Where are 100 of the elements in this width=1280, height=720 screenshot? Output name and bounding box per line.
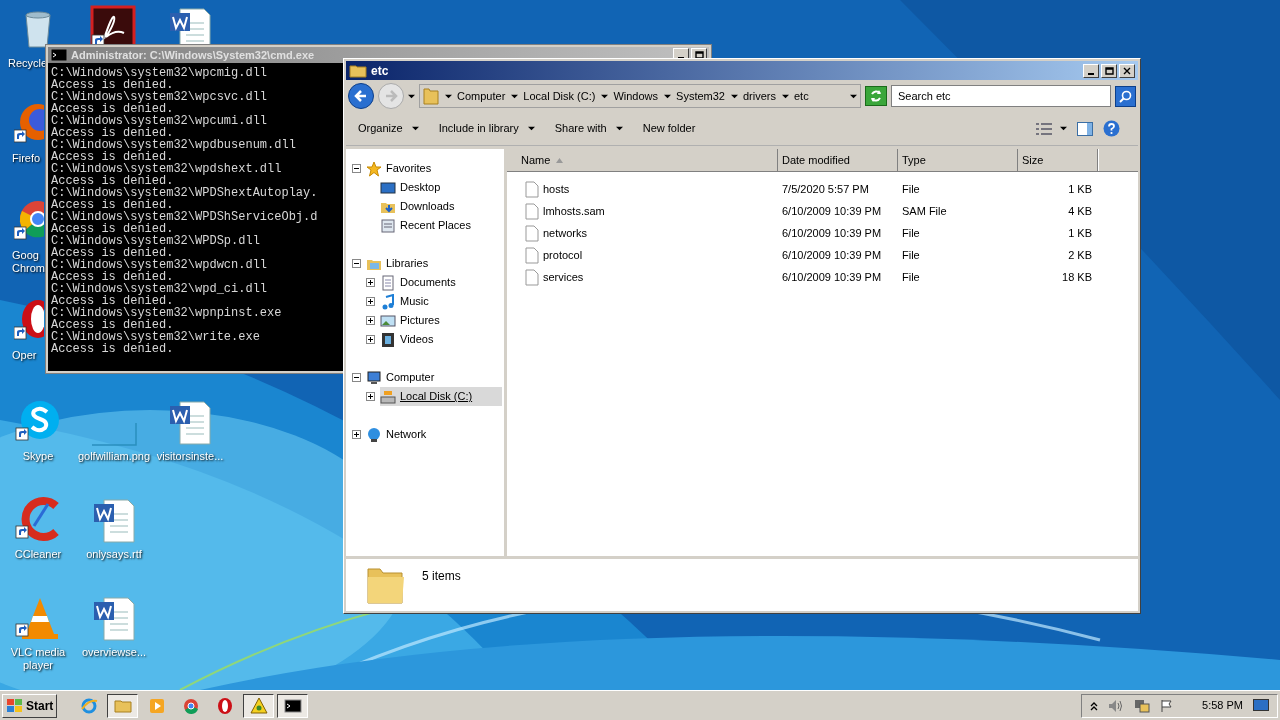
table-cell-text: 6/10/2009 10:39 PM (781, 225, 883, 241)
address-bar[interactable]: Computer Local Disk (C:) Windows System32 drivers etc (419, 84, 861, 108)
view-options-button[interactable] (1036, 122, 1067, 135)
caret-icon (615, 125, 623, 132)
taskbar-button[interactable] (277, 693, 309, 718)
expand-icon[interactable] (366, 297, 375, 306)
desktop-icon-label[interactable]: Goog (12, 249, 39, 262)
file-name: networks (543, 225, 588, 241)
desktop-icon-label[interactable]: Oper (12, 349, 37, 362)
table-cell-text: 6/10/2009 10:39 PM (781, 269, 883, 285)
start-button[interactable]: Start (2, 693, 58, 718)
clock[interactable]: 5:58 PM (1202, 697, 1243, 714)
console-line: C:\Windows\system32\WPDShextAutoplay. (51, 187, 318, 199)
column-header[interactable]: Type (898, 149, 1018, 171)
expand-icon[interactable] (366, 335, 375, 344)
breadcrumb-item[interactable]: Windows (613, 87, 659, 105)
toolbar-button[interactable]: Organize (358, 120, 419, 137)
desktop-icon (380, 179, 396, 196)
expand-icon[interactable] (352, 430, 361, 439)
file-row[interactable]: lmhosts.sam 6/10/2009 10:39 PM SAM File 4 KB (507, 200, 1138, 222)
desktop-icon-label[interactable]: Recycle (8, 57, 48, 70)
expand-icon[interactable] (366, 392, 375, 401)
column-header[interactable]: Name (507, 149, 778, 171)
toolbar-button[interactable]: Include in library (438, 120, 535, 137)
search-field[interactable]: Search etc (891, 85, 1111, 107)
refresh-button[interactable] (865, 86, 887, 106)
minimize-button[interactable] (1083, 63, 1099, 78)
table-cell-text: 6/10/2009 10:39 PM (781, 247, 883, 263)
nav-item[interactable]: Computer (366, 368, 465, 387)
nav-item[interactable]: Videos (380, 330, 464, 349)
expand-icon[interactable] (366, 278, 375, 287)
desktop-icon-label[interactable]: Firefo (12, 152, 41, 165)
breadcrumb-item[interactable]: System32 (676, 87, 725, 105)
table-cell-text: 7/5/2020 5:57 PM (781, 181, 870, 197)
close-button[interactable] (1119, 63, 1135, 78)
table-cell-text: File (901, 225, 921, 241)
console-line: Access is denied. (51, 295, 174, 307)
show-desktop-icon[interactable] (1253, 698, 1269, 713)
nav-item[interactable]: Music (380, 292, 459, 311)
chevron-up-icon[interactable] (1090, 700, 1099, 711)
column-header[interactable]: Size (1018, 149, 1098, 171)
column-header[interactable]: Date modified (778, 149, 898, 171)
console-line: C:\Windows\system32\wpdwcn.dll (51, 259, 268, 271)
collapse-icon[interactable] (352, 259, 361, 268)
music-icon (380, 293, 396, 310)
nav-item[interactable]: Libraries (366, 254, 459, 273)
file-name: protocol (543, 247, 583, 263)
image-file-icon (91, 422, 137, 446)
breadcrumb-caret-icon (782, 92, 789, 100)
expand-icon[interactable] (366, 316, 375, 325)
back-button[interactable] (348, 83, 374, 109)
console-line: Access is denied. (51, 151, 174, 163)
network-icon[interactable] (1134, 698, 1151, 713)
nav-item[interactable]: Desktop (380, 178, 471, 197)
caret-icon (411, 125, 419, 132)
documents-icon (380, 274, 396, 291)
table-cell-text: File (901, 181, 921, 197)
search-icon (1119, 89, 1132, 103)
caret-icon (527, 125, 535, 132)
nav-item[interactable]: Network (366, 425, 457, 444)
list-view-icon (1036, 122, 1052, 135)
toolbar-button[interactable]: Share with (554, 120, 623, 137)
file-row[interactable]: services 6/10/2009 10:39 PM File 18 KB (507, 266, 1138, 288)
breadcrumb-item[interactable]: etc (794, 87, 809, 105)
minimize-icon (1088, 72, 1094, 75)
file-row[interactable]: networks 6/10/2009 10:39 PM File 1 KB (507, 222, 1138, 244)
collapse-icon[interactable] (352, 164, 361, 173)
help-button[interactable] (1103, 120, 1120, 137)
console-line: C:\Windows\system32\wpdshext.dll (51, 163, 282, 175)
breadcrumb-item[interactable]: drivers (742, 87, 776, 105)
nav-item[interactable]: Local Disk (C:) (380, 387, 503, 406)
caret-icon (1060, 125, 1067, 132)
item-count: 5 items (422, 568, 461, 585)
search-button[interactable] (1115, 85, 1136, 107)
desktop-icon-label[interactable]: Chrom (12, 262, 45, 275)
nav-item[interactable]: Pictures (380, 311, 470, 330)
flag-icon[interactable] (1160, 698, 1175, 713)
nav-item[interactable]: Recent Places (380, 216, 501, 235)
nav-item[interactable]: Downloads (380, 197, 485, 216)
console-line: Access is denied. (51, 199, 174, 211)
breadcrumb-item[interactable]: Computer (457, 87, 506, 105)
nav-item[interactable]: Favorites (366, 159, 462, 178)
preview-pane-button[interactable] (1077, 121, 1093, 136)
app-icon (147, 696, 166, 715)
console-line: Access is denied. (51, 127, 174, 139)
file-row[interactable]: hosts 7/5/2020 5:57 PM File 1 KB (507, 178, 1138, 200)
collapse-icon[interactable] (352, 373, 361, 382)
taskbar-button[interactable] (243, 693, 275, 718)
maximize-icon (1104, 65, 1114, 76)
toolbar-button[interactable]: New folder (642, 120, 696, 137)
taskbar-button[interactable] (107, 693, 139, 718)
nav-item[interactable]: Documents (380, 273, 486, 292)
disk-icon (380, 388, 396, 405)
speaker-icon[interactable] (1108, 698, 1125, 713)
table-cell-text: 2 KB (1067, 247, 1093, 263)
maximize-button[interactable] (1101, 63, 1117, 78)
breadcrumb-item[interactable]: Local Disk (C:) (523, 87, 596, 105)
console-line: Access is denied. (51, 223, 174, 235)
file-row[interactable]: protocol 6/10/2009 10:39 PM File 2 KB (507, 244, 1138, 266)
table-cell-text: 18 KB (1061, 269, 1093, 285)
